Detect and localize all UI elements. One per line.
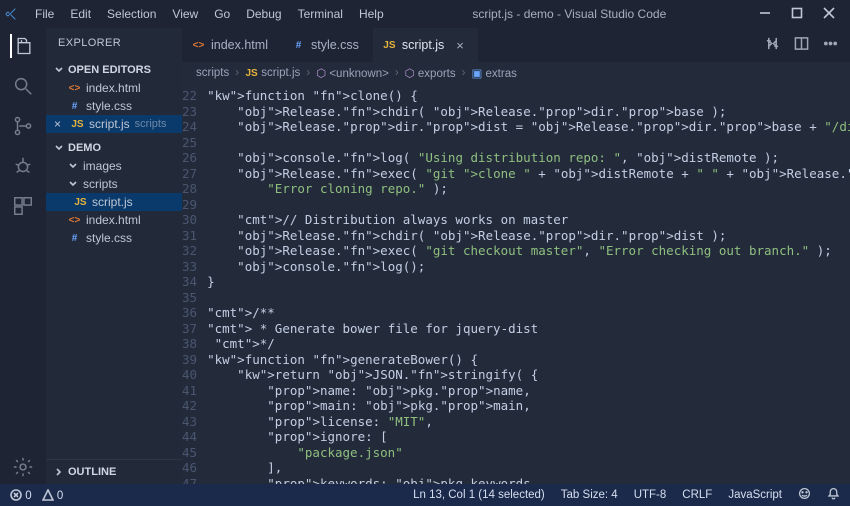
menu-bar: File Edit Selection View Go Debug Termin… [28,3,391,25]
activity-debug-icon[interactable] [11,154,35,178]
js-file-icon: JS [74,196,87,209]
editor-tab[interactable]: # style.css [282,28,373,62]
breadcrumb-part[interactable]: ▣ extras [471,66,516,80]
activity-bar [0,28,46,484]
file-label: style.css [86,99,132,113]
status-notifications-icon[interactable] [827,487,840,503]
breadcrumb-part[interactable]: scripts [196,67,229,79]
file-label: index.html [86,213,141,227]
menu-selection[interactable]: Selection [100,3,163,25]
activity-extensions-icon[interactable] [11,194,35,218]
outline-header[interactable]: OUTLINE [46,463,182,481]
chevron-down-icon [68,161,78,171]
sidebar: EXPLORER OPEN EDITORS <> index.html # style… [46,28,182,484]
activity-search-icon[interactable] [11,74,35,98]
tab-label: index.html [211,38,268,52]
status-tab-size[interactable]: Tab Size: 4 [561,489,618,501]
file-label: script.js [89,117,130,131]
html-file-icon: <> [192,39,205,52]
window-minimize-icon[interactable] [758,7,772,22]
folder-item[interactable]: images [46,157,182,175]
more-actions-icon[interactable] [823,36,838,54]
symbol-module-icon: ⬡ [316,68,326,80]
menu-terminal[interactable]: Terminal [291,3,350,25]
window-title: script.js - demo - Visual Studio Code [391,7,748,21]
file-item[interactable]: # style.css [46,229,182,247]
status-eol[interactable]: CRLF [682,489,712,501]
compare-changes-icon[interactable] [765,36,780,54]
folder-label: scripts [83,177,118,191]
menu-debug[interactable]: Debug [239,3,288,25]
status-feedback-icon[interactable] [798,487,811,503]
status-bar: 0 0 Ln 13, Col 1 (14 selected) Tab Size:… [0,484,850,506]
status-warnings[interactable]: 0 [42,489,64,502]
js-file-icon: JS [245,67,258,80]
breadcrumb-part[interactable]: ⬡ exports [405,66,456,80]
code-editor[interactable]: 22 23 24 25 26 27 28 29 30 31 32 33 34 3… [182,84,850,484]
activity-settings-icon[interactable] [11,460,35,484]
titlebar: File Edit Selection View Go Debug Termin… [0,0,850,28]
css-file-icon: # [292,39,305,52]
breadcrumb-part[interactable]: ⬡ <unknown> [316,66,389,80]
close-icon[interactable]: × [54,117,66,131]
js-file-icon: JS [383,39,396,52]
tab-label: script.js [402,38,444,52]
open-editor-item[interactable]: ×JSscript.js scripts [46,115,182,133]
code-content[interactable]: "kw">function "fn">clone() { "obj">Relea… [207,84,850,484]
html-file-icon: <> [68,82,81,95]
status-cursor-position[interactable]: Ln 13, Col 1 (14 selected) [413,489,545,501]
file-label: index.html [86,81,141,95]
workspace-header[interactable]: DEMO [46,139,182,157]
split-editor-icon[interactable] [794,36,809,54]
menu-view[interactable]: View [165,3,205,25]
html-file-icon: <> [68,214,81,227]
file-item[interactable]: <> index.html [46,211,182,229]
open-editor-item[interactable]: # style.css [46,97,182,115]
editor-group: <> index.html # style.css JS script.js × scrip… [182,28,850,484]
css-file-icon: # [68,232,81,245]
menu-file[interactable]: File [28,3,61,25]
file-label: script.js [92,195,133,209]
line-gutter: 22 23 24 25 26 27 28 29 30 31 32 33 34 3… [182,84,207,484]
tab-bar: <> index.html # style.css JS script.js × [182,28,850,62]
breadcrumb-part[interactable]: JS script.js [245,67,300,80]
close-icon[interactable]: × [456,38,464,53]
file-label: style.css [86,231,132,245]
chevron-down-icon [68,179,78,189]
menu-go[interactable]: Go [207,3,237,25]
js-file-icon: JS [71,118,84,131]
folder-label: images [83,159,122,173]
open-editor-item[interactable]: <> index.html [46,79,182,97]
status-errors[interactable]: 0 [10,489,32,502]
menu-help[interactable]: Help [352,3,391,25]
activity-source-control-icon[interactable] [11,114,35,138]
activity-explorer-icon[interactable] [10,34,34,58]
file-item[interactable]: JS script.js [46,193,182,211]
open-editors-header[interactable]: OPEN EDITORS [46,61,182,79]
menu-edit[interactable]: Edit [63,3,98,25]
symbol-field-icon: ▣ [471,68,482,80]
symbol-module-icon: ⬡ [405,68,415,80]
tab-label: style.css [311,38,359,52]
css-file-icon: # [68,100,81,113]
window-maximize-icon[interactable] [790,7,804,22]
status-language[interactable]: JavaScript [728,489,782,501]
sidebar-title: EXPLORER [46,28,182,58]
window-close-icon[interactable] [822,7,836,22]
vscode-logo-icon [4,6,20,22]
status-encoding[interactable]: UTF-8 [634,489,667,501]
breadcrumb[interactable]: scripts›JS script.js›⬡ <unknown>›⬡ expor… [182,62,850,84]
editor-tab[interactable]: JS script.js × [373,28,478,62]
folder-item[interactable]: scripts [46,175,182,193]
editor-tab[interactable]: <> index.html [182,28,282,62]
